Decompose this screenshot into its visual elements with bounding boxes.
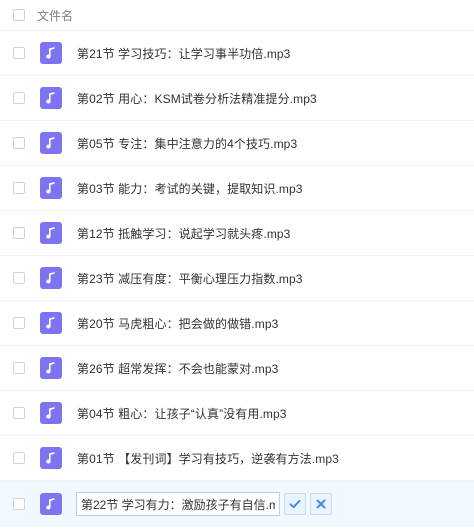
music-note-icon	[40, 402, 62, 424]
rename-input[interactable]	[76, 492, 280, 516]
row-checkbox[interactable]	[13, 137, 25, 149]
confirm-rename-button[interactable]	[284, 493, 306, 515]
file-name[interactable]: 第05节 专注：集中注意力的4个技巧.mp3	[77, 135, 297, 152]
file-name[interactable]: 第26节 超常发挥：不会也能蒙对.mp3	[77, 360, 278, 377]
file-name[interactable]: 第20节 马虎粗心：把会做的做错.mp3	[77, 315, 278, 332]
music-note-icon	[40, 222, 62, 244]
file-row[interactable]: 第12节 抵触学习：说起学习就头疼.mp3	[0, 211, 474, 256]
row-checkbox[interactable]	[13, 92, 25, 104]
music-note-icon	[40, 493, 62, 515]
file-row[interactable]: 第21节 学习技巧：让学习事半功倍.mp3	[0, 31, 474, 76]
close-icon	[316, 499, 326, 509]
row-checkbox[interactable]	[13, 362, 25, 374]
file-row[interactable]: 第20节 马虎粗心：把会做的做错.mp3	[0, 301, 474, 346]
file-row[interactable]: 第03节 能力：考试的关键，提取知识.mp3	[0, 166, 474, 211]
file-name[interactable]: 第01节 【发刊词】学习有技巧，逆袭有方法.mp3	[77, 450, 339, 467]
select-all-checkbox[interactable]	[13, 9, 25, 21]
rename-row	[0, 481, 474, 527]
music-note-icon	[40, 87, 62, 109]
music-note-icon	[40, 357, 62, 379]
file-list: 文件名 第21节 学习技巧：让学习事半功倍.mp3 第02节 用心：KSM试卷分析…	[0, 0, 474, 527]
row-checkbox[interactable]	[13, 452, 25, 464]
row-checkbox[interactable]	[13, 498, 25, 510]
file-name[interactable]: 第21节 学习技巧：让学习事半功倍.mp3	[77, 45, 290, 62]
filename-column-header[interactable]: 文件名	[37, 7, 73, 24]
file-name[interactable]: 第04节 粗心：让孩子“认真”没有用.mp3	[77, 405, 287, 422]
file-name[interactable]: 第03节 能力：考试的关键，提取知识.mp3	[77, 180, 303, 197]
row-checkbox[interactable]	[13, 47, 25, 59]
file-row[interactable]: 第01节 【发刊词】学习有技巧，逆袭有方法.mp3	[0, 436, 474, 481]
file-row[interactable]: 第05节 专注：集中注意力的4个技巧.mp3	[0, 121, 474, 166]
file-row[interactable]: 第26节 超常发挥：不会也能蒙对.mp3	[0, 346, 474, 391]
music-note-icon	[40, 267, 62, 289]
file-name[interactable]: 第02节 用心：KSM试卷分析法精准提分.mp3	[77, 90, 317, 107]
music-note-icon	[40, 312, 62, 334]
file-name[interactable]: 第23节 减压有度：平衡心理压力指数.mp3	[77, 270, 303, 287]
row-checkbox[interactable]	[13, 272, 25, 284]
row-checkbox[interactable]	[13, 227, 25, 239]
file-name[interactable]: 第12节 抵触学习：说起学习就头疼.mp3	[77, 225, 290, 242]
row-checkbox[interactable]	[13, 407, 25, 419]
cancel-rename-button[interactable]	[310, 493, 332, 515]
row-checkbox[interactable]	[13, 317, 25, 329]
file-row[interactable]: 第04节 粗心：让孩子“认真”没有用.mp3	[0, 391, 474, 436]
music-note-icon	[40, 177, 62, 199]
file-row[interactable]: 第23节 减压有度：平衡心理压力指数.mp3	[0, 256, 474, 301]
music-note-icon	[40, 42, 62, 64]
check-icon	[289, 499, 301, 509]
list-header: 文件名	[0, 0, 474, 31]
file-row[interactable]: 第02节 用心：KSM试卷分析法精准提分.mp3	[0, 76, 474, 121]
music-note-icon	[40, 132, 62, 154]
music-note-icon	[40, 447, 62, 469]
row-checkbox[interactable]	[13, 182, 25, 194]
